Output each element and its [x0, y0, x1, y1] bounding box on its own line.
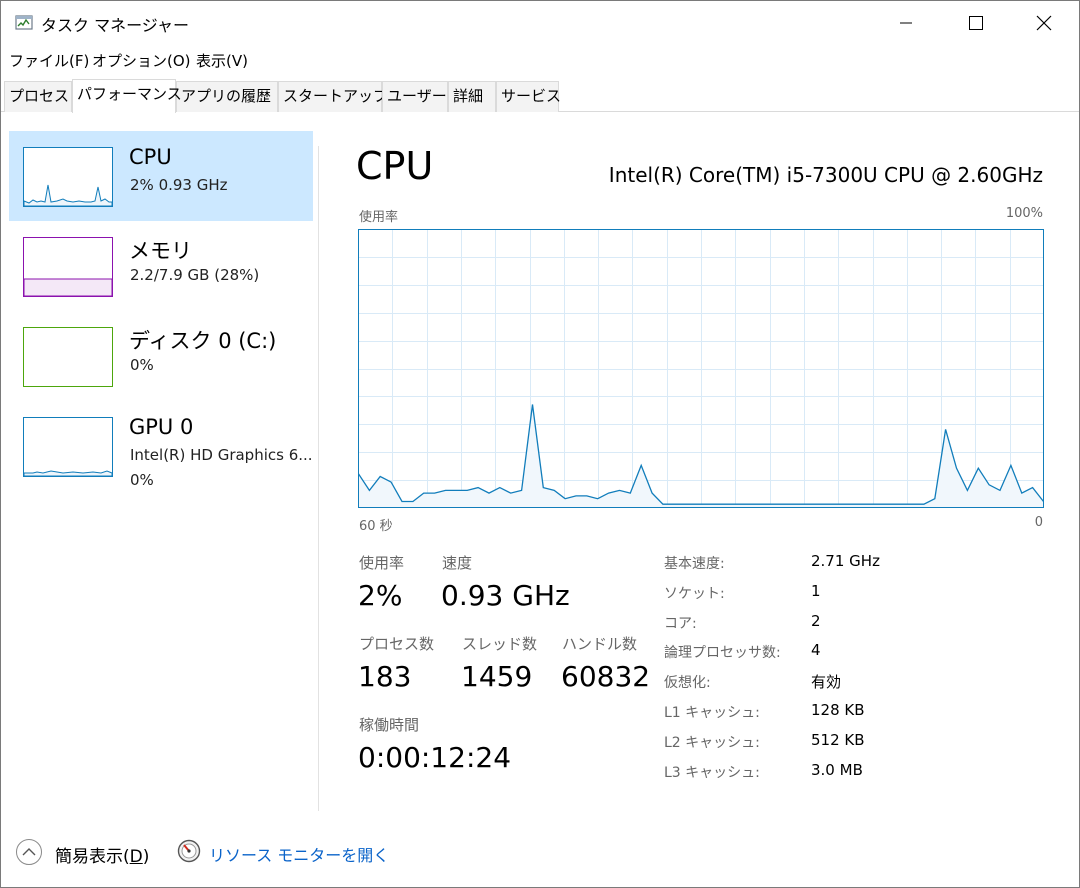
tab-users[interactable]: ユーザー [382, 81, 448, 112]
detail-label-base-speed: 基本速度: [664, 556, 725, 572]
disk-thumbnail-graph [23, 327, 113, 387]
task-manager-window: タスク マネージャー ファイル(F) オプション(O) 表示(V) プロセス パ… [0, 0, 1080, 888]
resource-monitor-icon [177, 839, 201, 863]
resource-summary-gpu-usage: 0% [130, 471, 154, 489]
maximize-icon [969, 16, 983, 30]
page-title: CPU [356, 144, 434, 188]
threads-label: スレッド数 [462, 635, 538, 653]
tab-details[interactable]: 詳細 [448, 81, 496, 112]
uptime-label: 稼働時間 [359, 716, 420, 734]
pane-divider[interactable] [318, 146, 319, 811]
cpu-model-name: Intel(R) Core(TM) i5-7300U CPU @ 2.60GHz [608, 163, 1043, 187]
graph-bottom-left-label: 60 秒 [359, 519, 393, 534]
task-manager-icon [15, 14, 35, 32]
detail-value-l3-cache: 3.0 MB [811, 761, 863, 779]
menu-file[interactable]: ファイル(F) [9, 49, 89, 73]
graph-top-left-label: 使用率 [359, 210, 399, 225]
maximize-button[interactable] [941, 1, 1011, 45]
cpu-thumbnail-graph [23, 147, 113, 207]
handles-value: 60832 [561, 660, 651, 693]
detail-label-sockets: ソケット: [664, 586, 725, 602]
title-bar: タスク マネージャー [1, 1, 1079, 45]
speed-value: 0.93 GHz [441, 579, 570, 612]
resource-item-disk[interactable]: ディスク 0 (C:) 0% [9, 311, 313, 401]
cpu-usage-chart [357, 229, 1045, 508]
resource-summary-memory: 2.2/7.9 GB (28%) [130, 266, 260, 284]
fewer-details-suffix: ) [142, 847, 150, 867]
resource-item-gpu[interactable]: GPU 0 Intel(R) HD Graphics 6... 0% [9, 401, 313, 491]
gpu-thumbnail-graph [23, 417, 113, 477]
threads-value: 1459 [461, 660, 533, 693]
resource-summary-gpu-model: Intel(R) HD Graphics 6... [130, 446, 313, 464]
resource-summary-cpu: 2% 0.93 GHz [130, 176, 228, 194]
detail-value-sockets: 1 [811, 582, 821, 600]
resource-name-disk: ディスク 0 (C:) [129, 329, 277, 353]
detail-value-l1-cache: 128 KB [811, 701, 865, 719]
menu-options[interactable]: オプション(O) [92, 49, 191, 73]
handles-label: ハンドル数 [562, 635, 638, 653]
fewer-details-accesskey: D [129, 847, 143, 867]
speed-label: 速度 [442, 554, 473, 572]
detail-label-logical-processors: 論理プロセッサ数: [664, 645, 781, 661]
tab-performance[interactable]: パフォーマンス [72, 79, 182, 113]
resource-list: CPU 2% 0.93 GHz メモリ 2.2/7.9 GB (28%) ディス… [1, 112, 319, 812]
fewer-details-button[interactable]: 簡易表示(D) [55, 842, 149, 867]
resource-item-memory[interactable]: メモリ 2.2/7.9 GB (28%) [9, 221, 313, 311]
resource-summary-disk: 0% [130, 356, 154, 374]
fewer-details-toggle[interactable] [15, 838, 43, 866]
processes-label: プロセス数 [359, 635, 435, 653]
detail-label-virtualization: 仮想化: [664, 675, 711, 691]
uptime-value: 0:00:12:24 [358, 741, 512, 774]
detail-value-virtualization: 有効 [811, 673, 842, 691]
open-resource-monitor-link[interactable]: リソース モニターを開く [209, 842, 389, 866]
processes-value: 183 [358, 660, 412, 693]
resource-name-cpu: CPU [129, 145, 172, 169]
tab-startup[interactable]: スタートアップ [278, 81, 388, 112]
menu-view[interactable]: 表示(V) [196, 49, 248, 73]
detail-value-logical-processors: 4 [811, 641, 821, 659]
tab-bar: プロセス パフォーマンス アプリの履歴 スタートアップ ユーザー 詳細 サービス [1, 79, 1079, 113]
memory-thumbnail-graph [23, 237, 113, 297]
minimize-icon [900, 22, 912, 24]
tab-app-history[interactable]: アプリの履歴 [176, 81, 278, 112]
chevron-up-circle-icon [16, 839, 42, 865]
tab-services[interactable]: サービス [496, 81, 561, 112]
detail-label-l2-cache: L2 キャッシュ: [664, 735, 760, 751]
detail-value-cores: 2 [811, 612, 821, 630]
detail-value-l2-cache: 512 KB [811, 731, 865, 749]
tab-processes[interactable]: プロセス [4, 81, 72, 112]
resource-item-cpu[interactable]: CPU 2% 0.93 GHz [9, 131, 313, 221]
resource-name-memory: メモリ [129, 239, 192, 263]
close-button[interactable] [1009, 1, 1079, 45]
resource-name-gpu: GPU 0 [129, 415, 194, 439]
detail-label-l3-cache: L3 キャッシュ: [664, 765, 760, 781]
minimize-button[interactable] [871, 1, 941, 45]
menu-bar: ファイル(F) オプション(O) 表示(V) [1, 49, 1079, 73]
detail-label-cores: コア: [664, 616, 697, 632]
detail-value-base-speed: 2.71 GHz [811, 552, 880, 570]
graph-top-right-label: 100% [1005, 206, 1043, 221]
fewer-details-prefix: 簡易表示( [55, 847, 130, 867]
usage-value: 2% [358, 579, 403, 612]
window-title: タスク マネージャー [41, 16, 189, 35]
graph-bottom-right-label: 0 [1034, 515, 1043, 530]
cpu-usage-graph [357, 229, 1045, 508]
detail-label-l1-cache: L1 キャッシュ: [664, 705, 760, 721]
usage-label: 使用率 [359, 554, 405, 572]
close-icon [1036, 15, 1052, 31]
